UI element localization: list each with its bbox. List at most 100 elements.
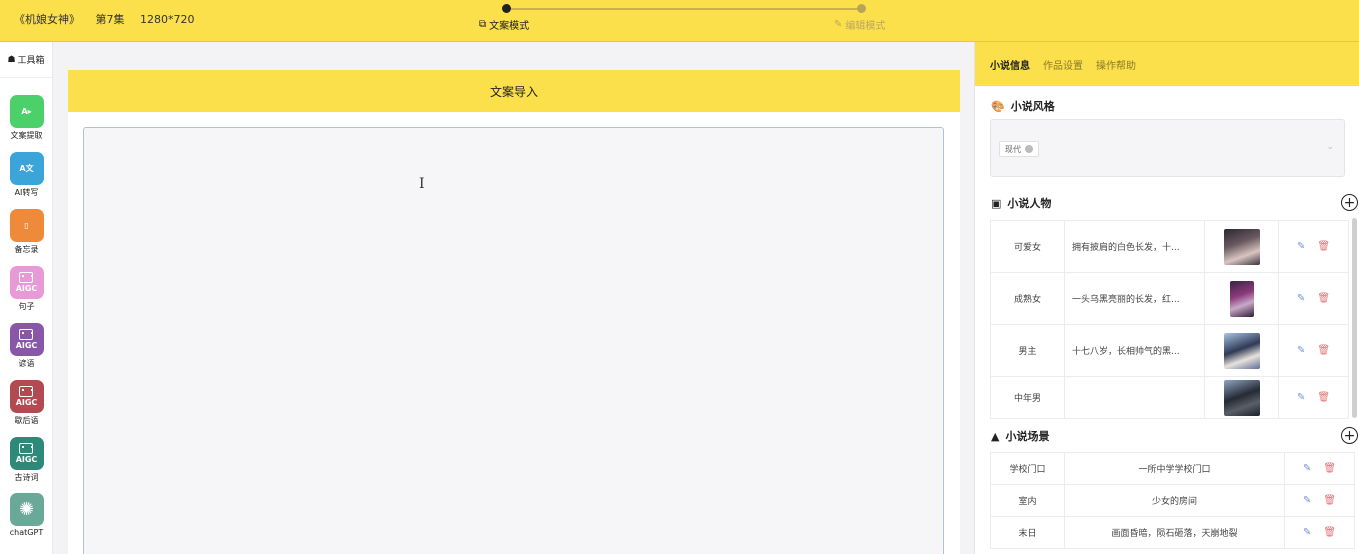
step-edit-mode-label: 编辑模式 [845,21,886,32]
character-desc [1064,376,1205,419]
tool-label: chatGPT [9,528,44,537]
edit-icon[interactable]: ✎ [1303,463,1311,474]
edit-icon[interactable]: ✎ [1297,293,1305,304]
character-desc: 十七八岁，长相帅气的黑... [1064,324,1205,377]
style-select[interactable]: 现代 ⌄ [990,119,1345,177]
style-section-title: 🎨 小说风格 [991,98,1055,114]
toolbox-title: 工具箱 [17,56,45,66]
toolbox-header: ☗ 工具箱 [0,42,52,78]
character-desc: 拥有披肩的白色长发，十... [1064,220,1205,273]
tool-poetry[interactable]: AIGC 古诗词 [0,437,53,483]
scene-name: 末日 [990,516,1065,549]
delete-icon[interactable]: 🗑 [1323,495,1336,506]
tool-label: AI转写 [14,188,39,197]
step-dot-text-mode[interactable] [502,4,511,13]
delete-icon[interactable]: 🗑 [1317,392,1330,403]
characters-table: 可爱女 拥有披肩的白色长发，十... ✎ 🗑 成熟女 一头乌黑亮丽的长发，红...… [990,220,1349,419]
scene-desc: 画面昏暗，陨石砸落，天崩地裂 [1064,516,1285,549]
tool-label: 备忘录 [14,245,39,254]
ai-rewrite-icon: A文 [9,152,44,185]
tool-ai-rewrite[interactable]: A文 AI转写 [0,152,53,198]
character-name: 男主 [990,324,1065,377]
table-row: 室内 少女的房间 ✎ 🗑 [990,484,1355,517]
character-avatar[interactable] [1223,332,1260,369]
resolution-label: 1280*720 [140,13,195,26]
character-name: 成熟女 [990,272,1065,325]
top-bar: 《机娘女神》 第7集 1280*720 ⧉ 文案模式 ✎ 编辑模式 [0,0,1359,42]
scene-desc: 少女的房间 [1064,484,1285,517]
tool-label: 古诗词 [14,473,39,482]
tool-sentence[interactable]: AIGC 句子 [0,266,53,312]
step-text-mode[interactable]: ⧉ 文案模式 [479,17,529,32]
delete-icon[interactable]: 🗑 [1323,527,1336,538]
text-import-editor[interactable]: I [83,127,944,554]
import-panel-title: 文案导入 [68,70,960,112]
add-character-button[interactable]: + [1341,194,1358,211]
character-desc: 一头乌黑亮丽的长发，红... [1064,272,1205,325]
scene-name: 学校门口 [990,452,1065,485]
edit-icon[interactable]: ✎ [1297,345,1305,356]
scenes-section-title: ▲ 小说场景 [991,428,1049,444]
table-row: 男主 十七八岁，长相帅气的黑... ✎ 🗑 [990,324,1349,377]
tool-text-extract[interactable]: A▸ 文案提取 [0,95,53,141]
aigc-icon: AIGC [9,266,44,299]
table-row: 学校门口 一所中学学校门口 ✎ 🗑 [990,452,1355,485]
edit-icon[interactable]: ✎ [1297,241,1305,252]
aigc-icon: AIGC [9,437,44,470]
character-avatar[interactable] [1229,280,1254,317]
delete-icon[interactable]: 🗑 [1317,241,1330,252]
scene-name: 室内 [990,484,1065,517]
add-scene-button[interactable]: + [1341,427,1358,444]
tool-label: 歇后语 [14,416,39,425]
tool-label: 文案提取 [10,131,43,140]
character-avatar[interactable] [1223,379,1260,416]
tool-chatgpt[interactable]: ✺ chatGPT [0,493,53,537]
tool-xiehouyu[interactable]: AIGC 歇后语 [0,380,53,426]
table-row: 成熟女 一头乌黑亮丽的长发，红... ✎ 🗑 [990,272,1349,325]
id-card-icon: ▣ [991,196,1002,210]
toolbox-sidebar: ☗ 工具箱 A▸ 文案提取 A文 AI转写 ▯ 备忘录 AIGC 句子 AIGC… [0,42,53,554]
style-tag: 现代 [999,141,1039,157]
tab-help[interactable]: 操作帮助 [1096,57,1136,72]
style-tag-label: 现代 [1005,144,1021,154]
copy-icon: ⧉ [479,19,487,30]
memo-icon: ▯ [9,209,44,242]
mountain-icon: ▲ [991,429,1000,443]
character-name: 中年男 [990,376,1065,419]
edit-icon: ✎ [834,19,843,30]
step-text-mode-label: 文案模式 [489,21,530,32]
aigc-icon: AIGC [9,380,44,413]
characters-section-title: ▣ 小说人物 [991,195,1051,211]
main-content: 文案导入 I [54,42,974,554]
tag-remove-icon[interactable] [1025,145,1033,153]
episode-label: 第7集 [95,13,125,26]
text-extract-icon: A▸ [9,95,44,128]
text-cursor-icon: I [419,176,425,192]
scenes-section-label: 小说场景 [1005,430,1050,443]
tab-work-settings[interactable]: 作品设置 [1043,57,1083,72]
delete-icon[interactable]: 🗑 [1323,463,1336,474]
delete-icon[interactable]: 🗑 [1317,293,1330,304]
table-row: 中年男 ✎ 🗑 [990,376,1349,419]
tool-memo[interactable]: ▯ 备忘录 [0,209,53,255]
edit-icon[interactable]: ✎ [1297,392,1305,403]
step-edit-mode[interactable]: ✎ 编辑模式 [834,17,885,32]
chatgpt-icon: ✺ [9,493,44,526]
tool-proverb[interactable]: AIGC 谚语 [0,323,53,369]
tool-label: 谚语 [18,359,35,368]
table-row: 末日 画面昏暗，陨石砸落，天崩地裂 ✎ 🗑 [990,516,1355,549]
chevron-down-icon: ⌄ [1326,142,1334,152]
delete-icon[interactable]: 🗑 [1317,345,1330,356]
project-title: 《机娘女神》 [14,13,80,26]
aigc-icon: AIGC [9,323,44,356]
step-dot-edit-mode[interactable] [857,4,866,13]
character-avatar[interactable] [1223,228,1260,265]
character-name: 可爱女 [990,220,1065,273]
project-info: 《机娘女神》 第7集 1280*720 [14,11,207,27]
edit-icon[interactable]: ✎ [1303,495,1311,506]
characters-scrollbar[interactable] [1352,218,1357,418]
scene-desc: 一所中学学校门口 [1064,452,1285,485]
tab-novel-info[interactable]: 小说信息 [990,57,1030,72]
import-panel: 文案导入 I [68,70,960,554]
edit-icon[interactable]: ✎ [1303,527,1311,538]
